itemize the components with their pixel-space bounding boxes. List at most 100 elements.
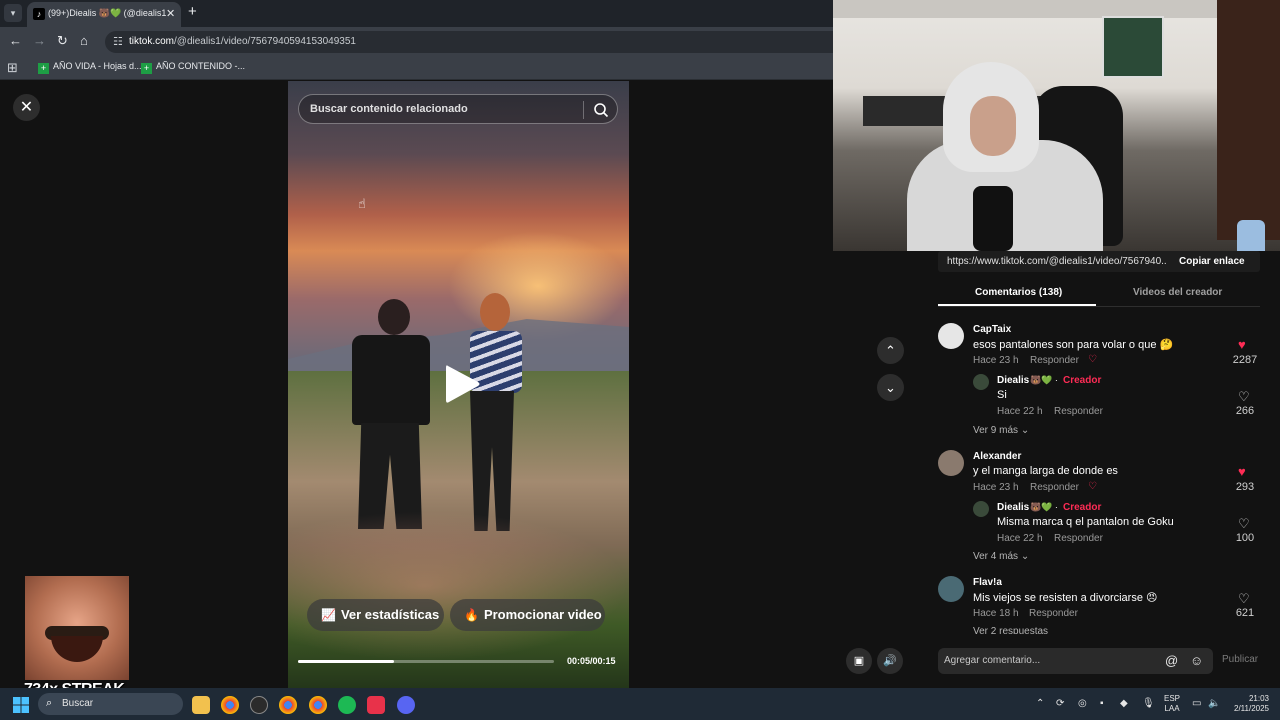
bookmark-label: AÑO VIDA - Hojas d...: [53, 61, 142, 71]
share-url[interactable]: https://www.tiktok.com/@diealis1/video/7…: [947, 256, 1167, 267]
steam-icon[interactable]: ◎: [1078, 698, 1087, 709]
avatar[interactable]: [973, 374, 989, 390]
webcam-poster: [1102, 16, 1164, 78]
avatar[interactable]: [973, 501, 989, 517]
reply-button[interactable]: Responder: [1030, 482, 1079, 493]
see-more-replies[interactable]: Ver 4 más ⌄: [973, 551, 1029, 562]
reply-button[interactable]: Responder: [1054, 406, 1103, 417]
app-tray-icon[interactable]: ◆: [1120, 698, 1128, 709]
avatar[interactable]: [938, 450, 964, 476]
previous-video-chevron-up-icon[interactable]: ⌃: [877, 337, 904, 364]
user-emoji-badges: 🐻💚 ·: [1030, 502, 1058, 512]
clock-time: 21:03: [1248, 694, 1269, 703]
see-more-replies[interactable]: Ver 9 más ⌄: [973, 425, 1029, 436]
reply-button[interactable]: Responder: [1030, 355, 1079, 366]
emoji-smiley-icon[interactable]: ☺: [1190, 653, 1203, 668]
app-icon[interactable]: [250, 696, 268, 714]
close-player-icon[interactable]: ✕: [13, 94, 40, 121]
heart-outline-icon[interactable]: ♡: [1238, 516, 1250, 532]
person-legs: [470, 391, 514, 531]
copy-link-button[interactable]: Copiar enlace: [1179, 256, 1245, 267]
person-body: [352, 335, 430, 425]
new-tab-plus-icon[interactable]: +: [188, 3, 197, 20]
tab-list-chevron-icon[interactable]: ▾: [4, 4, 22, 22]
promote-video-label: Promocionar video: [483, 607, 602, 622]
avatar[interactable]: [938, 576, 964, 602]
promote-video-button[interactable]: 🔥 Promocionar video: [450, 599, 605, 631]
flame-icon: 🔥: [464, 608, 479, 622]
search-placeholder: Buscar contenido relacionado: [310, 103, 468, 115]
browser-tab-bar: ▾ ♪ (99+)Diealis 🐻💚 (@diealis1) ✕ +: [0, 0, 833, 27]
bookmark-ano-vida[interactable]: + AÑO VIDA - Hojas d...: [38, 61, 142, 74]
url-host: tiktok.com: [129, 36, 175, 47]
video-progress-bar[interactable]: [298, 660, 554, 663]
clock[interactable]: 21:03 2/11/2025: [1229, 694, 1269, 714]
publish-button[interactable]: Publicar: [1222, 654, 1258, 665]
sheets-icon: +: [38, 63, 49, 74]
nvidia-icon[interactable]: ▪: [1100, 698, 1104, 709]
chrome-icon[interactable]: [221, 696, 239, 714]
comment-time: Hace 23 h: [973, 482, 1019, 493]
forward-arrow-icon[interactable]: →: [33, 33, 46, 48]
volume-icon[interactable]: 🔊: [877, 648, 903, 674]
comment-text: y el manga larga de donde es: [973, 465, 1118, 477]
reply-button[interactable]: Responder: [1029, 608, 1078, 619]
see-more-replies[interactable]: Ver 2 respuestas: [973, 626, 1048, 634]
webcam-overlay: [833, 0, 1280, 251]
mini-player-icon[interactable]: ▣: [846, 648, 872, 674]
video-progress-fill: [298, 660, 394, 663]
play-icon[interactable]: [442, 362, 482, 406]
panel-tabs: Comentarios (138) Videos del creador: [938, 280, 1260, 307]
discord-icon[interactable]: [397, 696, 415, 714]
heart-outline-icon[interactable]: ♡: [1238, 389, 1250, 405]
home-icon[interactable]: ⌂: [80, 33, 88, 48]
comment-username[interactable]: CapTaix: [973, 324, 1011, 335]
tab-title: (99+)Diealis 🐻💚 (@diealis1): [48, 8, 166, 18]
reload-icon[interactable]: ↻: [57, 33, 68, 49]
recording-app-icon[interactable]: [367, 696, 385, 714]
comment-username[interactable]: Flav!a: [973, 577, 1002, 588]
reply-username[interactable]: Diealis: [997, 502, 1029, 513]
sync-icon[interactable]: ⟳: [1056, 698, 1064, 709]
heart-filled-icon[interactable]: ♥: [1238, 337, 1246, 352]
address-bar[interactable]: ☷ tiktok.com/@diealis1/video/75679405941…: [105, 31, 833, 53]
back-arrow-icon[interactable]: ←: [9, 33, 22, 48]
reply-username[interactable]: Diealis: [997, 375, 1029, 386]
tab-creator-videos[interactable]: Videos del creador: [1133, 287, 1222, 298]
comment-input[interactable]: Agregar comentario... @ ☺: [938, 648, 1213, 674]
spotify-icon[interactable]: [338, 696, 356, 714]
chrome-icon[interactable]: [279, 696, 297, 714]
screen: ▾ ♪ (99+)Diealis 🐻💚 (@diealis1) ✕ + ← → …: [0, 0, 1280, 720]
avatar[interactable]: [938, 323, 964, 349]
bookmark-ano-contenido[interactable]: + AÑO CONTENIDO -...: [141, 61, 245, 74]
like-count: 2287: [1232, 354, 1258, 366]
tab-comments[interactable]: Comentarios (138): [975, 287, 1062, 298]
microphone-icon[interactable]: 🎙: [1142, 698, 1155, 709]
heart-filled-icon[interactable]: ♥: [1238, 464, 1246, 479]
related-search-input[interactable]: Buscar contenido relacionado: [298, 94, 618, 124]
network-icon[interactable]: ▭: [1192, 698, 1201, 709]
tab-close-icon[interactable]: ✕: [166, 7, 175, 20]
speaker-icon[interactable]: 🔈: [1208, 698, 1220, 709]
tray-chevron-up-icon[interactable]: ⌃: [1036, 698, 1044, 709]
search-icon[interactable]: [592, 101, 610, 119]
view-stats-button[interactable]: 📈 Ver estadísticas: [307, 599, 444, 631]
next-video-chevron-down-icon[interactable]: ⌄: [877, 374, 904, 401]
sheets-icon: +: [141, 63, 152, 74]
chrome-icon[interactable]: [309, 696, 327, 714]
file-explorer-icon[interactable]: [192, 696, 210, 714]
mention-at-icon[interactable]: @: [1165, 653, 1178, 668]
heart-outline-icon[interactable]: ♡: [1238, 591, 1250, 607]
keyboard-language[interactable]: ESP LAA: [1164, 694, 1180, 714]
site-settings-icon[interactable]: ☷: [113, 35, 123, 48]
taskbar-search[interactable]: ⌕ Buscar: [38, 693, 183, 715]
windows-start-icon[interactable]: [13, 697, 29, 713]
browser-tab-tiktok[interactable]: ♪ (99+)Diealis 🐻💚 (@diealis1) ✕: [27, 2, 181, 27]
webcam-ceiling: [833, 0, 1280, 18]
view-stats-label: Ver estadísticas: [340, 607, 440, 622]
reply-button[interactable]: Responder: [1054, 533, 1103, 544]
creator-liked-icon: ♡: [1088, 354, 1097, 365]
apps-grid-icon[interactable]: ⊞: [7, 60, 18, 76]
user-emoji-badges: 🐻💚 ·: [1030, 375, 1058, 385]
comment-username[interactable]: Alexander: [973, 451, 1021, 462]
